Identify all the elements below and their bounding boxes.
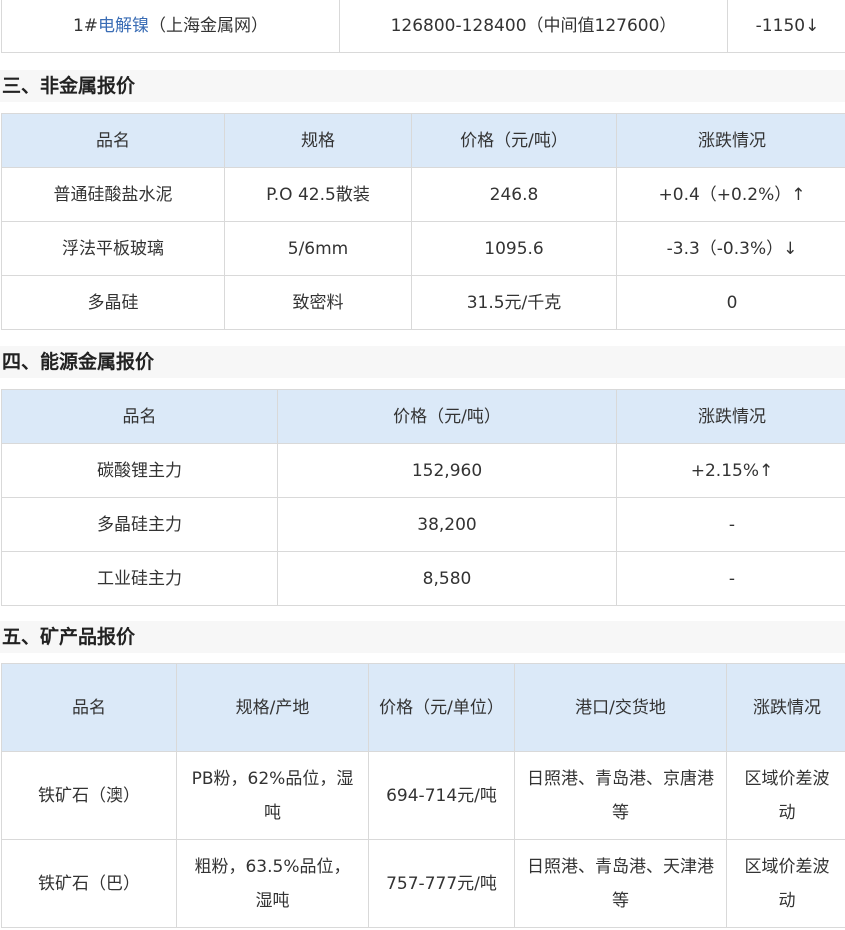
table-header-row: 品名 规格/产地 价格（元/单位） 港口/交货地 涨跌情况 xyxy=(1,663,845,752)
column-header: 品名 xyxy=(1,113,225,168)
section-title-mineral: 五、矿产品报价 xyxy=(0,621,845,653)
table-cell: 757-777元/吨 xyxy=(368,839,515,928)
product-source: （上海金属网） xyxy=(149,16,269,36)
table-row: 碳酸锂主力 152,960 +2.15%↑ xyxy=(1,443,845,498)
table-cell: 致密料 xyxy=(224,275,412,330)
price-cell: 126800-128400（中间值127600） xyxy=(339,0,728,53)
table-cell: 8,580 xyxy=(277,551,617,606)
table-header-row: 品名 规格 价格（元/吨） 涨跌情况 xyxy=(1,113,845,168)
table-row: 铁矿石（巴） 粗粉，63.5%品位，湿吨 757-777元/吨 日照港、青岛港、… xyxy=(1,839,845,928)
table-cell: 区域价差波动 xyxy=(726,751,845,840)
table-cell: - xyxy=(616,551,845,606)
table-cell: +2.15%↑ xyxy=(616,443,845,498)
table-cell: 工业硅主力 xyxy=(1,551,278,606)
column-header: 品名 xyxy=(1,663,177,752)
nonmetal-price-table: 品名 规格 价格（元/吨） 涨跌情况 普通硅酸盐水泥 P.O 42.5散装 24… xyxy=(1,113,845,330)
table-cell: 1095.6 xyxy=(411,221,617,276)
table-cell: +0.4（+0.2%）↑ xyxy=(616,167,845,222)
section-title-energy-metal: 四、能源金属报价 xyxy=(0,346,845,378)
product-prefix: 1# xyxy=(72,16,99,36)
table-cell: 246.8 xyxy=(411,167,617,222)
column-header: 港口/交货地 xyxy=(514,663,727,752)
table-row: 浮法平板玻璃 5/6mm 1095.6 -3.3（-0.3%）↓ xyxy=(1,221,845,276)
table-cell: 区域价差波动 xyxy=(726,839,845,928)
table-cell: 碳酸锂主力 xyxy=(1,443,278,498)
table-cell: - xyxy=(616,497,845,552)
table-cell: 铁矿石（巴） xyxy=(1,839,177,928)
column-header: 价格（元/吨） xyxy=(411,113,617,168)
table-row: 多晶硅主力 38,200 - xyxy=(1,497,845,552)
column-header: 规格/产地 xyxy=(176,663,369,752)
table-cell: 铁矿石（澳） xyxy=(1,751,177,840)
table-cell: 浮法平板玻璃 xyxy=(1,221,225,276)
table-cell: 0 xyxy=(616,275,845,330)
column-header: 价格（元/吨） xyxy=(277,389,617,444)
table-cell: -3.3（-0.3%）↓ xyxy=(616,221,845,276)
column-header: 涨跌情况 xyxy=(616,113,845,168)
metal-price-table-tail: 1#电解镍（上海金属网） 126800-128400（中间值127600） -1… xyxy=(1,0,845,53)
table-cell: 5/6mm xyxy=(224,221,412,276)
change-cell: -1150↓ xyxy=(727,0,845,53)
table-cell: 152,960 xyxy=(277,443,617,498)
product-link-nickel[interactable]: 电解镍 xyxy=(98,16,149,36)
table-cell: 多晶硅主力 xyxy=(1,497,278,552)
table-row: 1#电解镍（上海金属网） 126800-128400（中间值127600） -1… xyxy=(1,0,845,53)
column-header: 涨跌情况 xyxy=(726,663,845,752)
table-cell: 694-714元/吨 xyxy=(368,751,515,840)
table-cell: PB粉，62%品位，湿吨 xyxy=(176,751,369,840)
table-row: 多晶硅 致密料 31.5元/千克 0 xyxy=(1,275,845,330)
column-header: 品名 xyxy=(1,389,278,444)
table-cell: 粗粉，63.5%品位，湿吨 xyxy=(176,839,369,928)
table-cell: 普通硅酸盐水泥 xyxy=(1,167,225,222)
table-cell: 31.5元/千克 xyxy=(411,275,617,330)
table-row: 普通硅酸盐水泥 P.O 42.5散装 246.8 +0.4（+0.2%）↑ xyxy=(1,167,845,222)
energy-metal-price-table: 品名 价格（元/吨） 涨跌情况 碳酸锂主力 152,960 +2.15%↑ 多晶… xyxy=(1,389,845,606)
column-header: 规格 xyxy=(224,113,412,168)
product-name-cell: 1#电解镍（上海金属网） xyxy=(1,0,340,53)
table-cell: 日照港、青岛港、京唐港等 xyxy=(514,751,727,840)
section-title-nonmetal: 三、非金属报价 xyxy=(0,70,845,102)
column-header: 涨跌情况 xyxy=(616,389,845,444)
table-cell: P.O 42.5散装 xyxy=(224,167,412,222)
table-cell: 多晶硅 xyxy=(1,275,225,330)
table-row: 工业硅主力 8,580 - xyxy=(1,551,845,606)
table-cell: 38,200 xyxy=(277,497,617,552)
table-cell: 日照港、青岛港、天津港等 xyxy=(514,839,727,928)
table-header-row: 品名 价格（元/吨） 涨跌情况 xyxy=(1,389,845,444)
mineral-price-table: 品名 规格/产地 价格（元/单位） 港口/交货地 涨跌情况 铁矿石（澳） PB粉… xyxy=(1,663,845,928)
column-header: 价格（元/单位） xyxy=(368,663,515,752)
table-row: 铁矿石（澳） PB粉，62%品位，湿吨 694-714元/吨 日照港、青岛港、京… xyxy=(1,751,845,840)
